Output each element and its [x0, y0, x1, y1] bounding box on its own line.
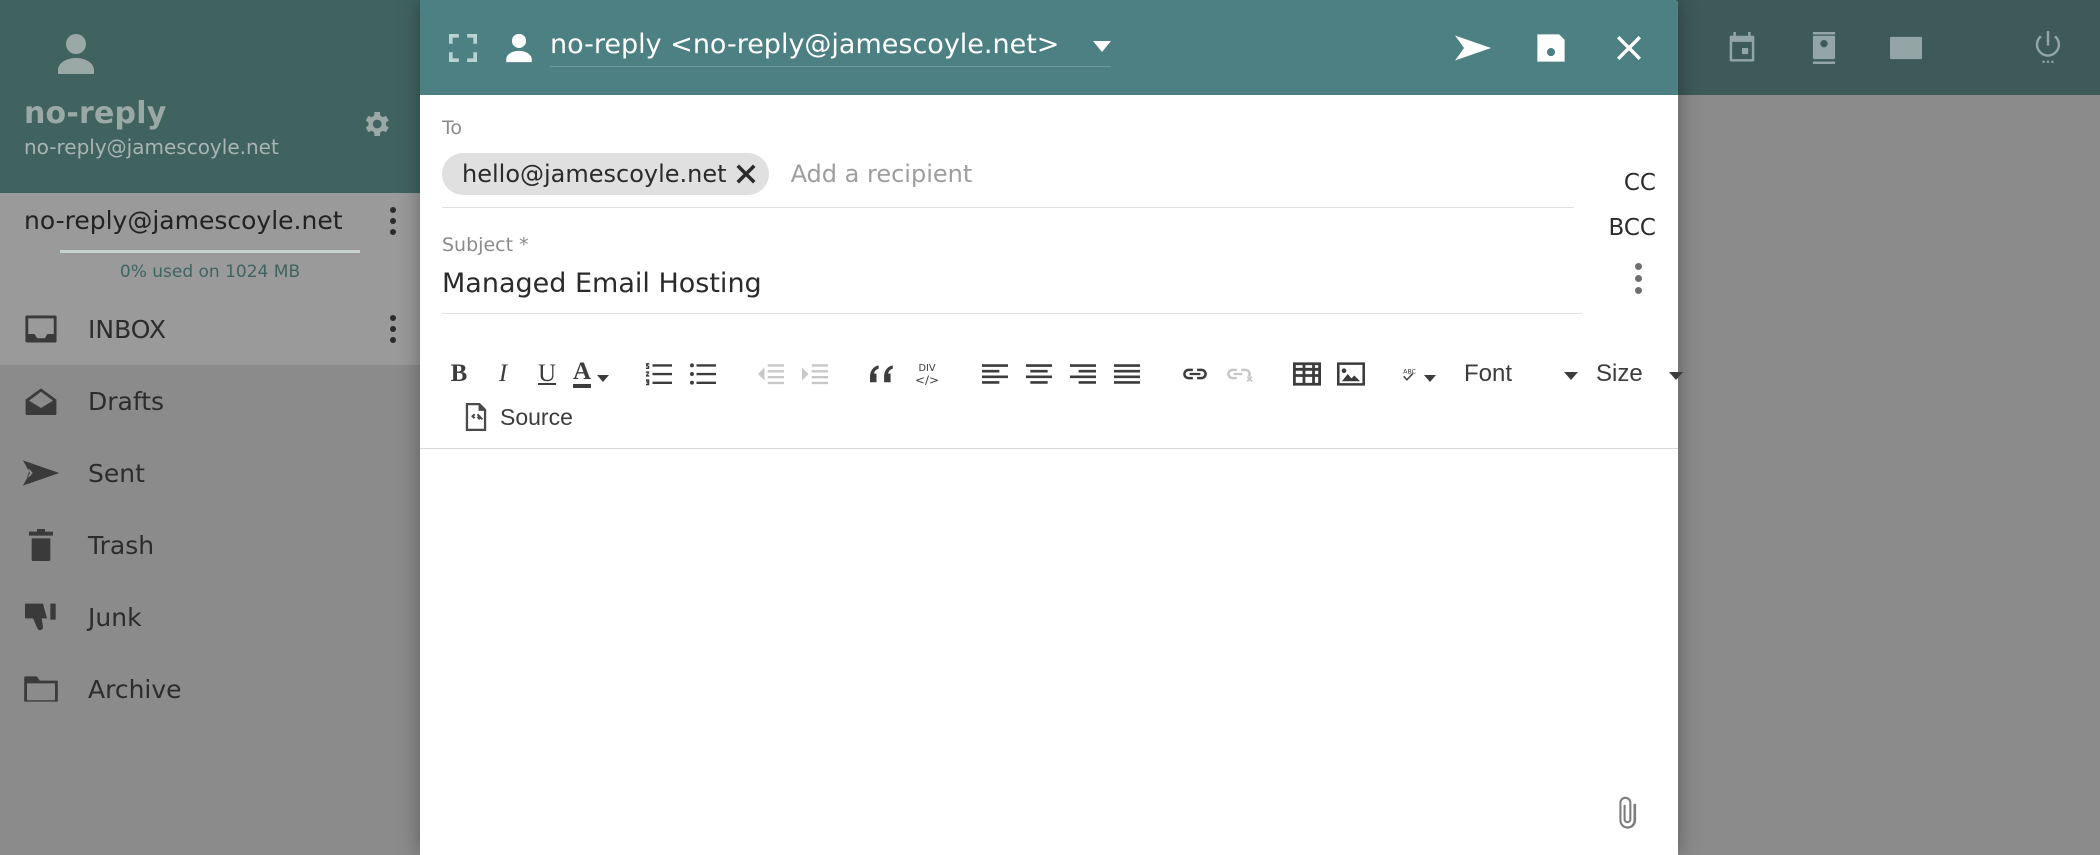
align-center-button[interactable] — [1022, 356, 1056, 392]
power-icon[interactable] — [2026, 26, 2070, 70]
align-right-button[interactable] — [1066, 356, 1100, 392]
thumbs-down-icon — [22, 598, 60, 636]
svg-text:</>: </> — [915, 373, 939, 387]
sidebar-item-inbox[interactable]: INBOX — [0, 293, 420, 365]
sidebar-item-label: Junk — [88, 602, 142, 632]
quota-progress-bar — [60, 250, 360, 253]
chevron-down-icon — [597, 374, 610, 382]
bulleted-list-button[interactable] — [686, 356, 720, 392]
sidebar-item-junk[interactable]: Junk — [0, 581, 420, 653]
folder-icon — [22, 670, 60, 708]
italic-button[interactable]: I — [486, 356, 520, 392]
mailbox-label: no-reply@jamescoyle.net — [24, 206, 343, 235]
compose-side-options: CC BCC — [1578, 95, 1678, 855]
sidebar-account-panel: no-reply no-reply@jamescoyle.net — [0, 0, 420, 193]
align-left-button[interactable] — [978, 356, 1012, 392]
identity-text: no-reply <no-reply@jamescoyle.net> — [550, 28, 1060, 60]
sidebar-item-label: Trash — [88, 530, 155, 560]
kebab-menu-icon[interactable] — [388, 206, 398, 235]
compose-dialog: no-reply <no-reply@jamescoyle.net> To he… — [420, 0, 1683, 855]
quota-area: 0% used on 1024 MB — [0, 248, 420, 293]
chevron-down-icon — [1093, 40, 1112, 52]
font-family-label: Font — [1464, 360, 1513, 387]
source-button-label: Source — [500, 403, 573, 430]
link-button[interactable] — [1178, 356, 1212, 392]
folder-list: INBOX Drafts Sent Trash Junk Archive — [0, 293, 420, 725]
kebab-menu-icon[interactable] — [388, 315, 398, 343]
account-display-name: no-reply — [24, 96, 167, 131]
unlink-button[interactable] — [1222, 356, 1256, 392]
chevron-down-icon — [1564, 372, 1579, 380]
sidebar-item-label: Sent — [88, 458, 145, 488]
bcc-toggle[interactable]: BCC — [1609, 215, 1657, 241]
source-button[interactable]: Source — [442, 403, 573, 431]
recipient-chip-email: hello@jamescoyle.net — [462, 160, 727, 188]
sidebar-item-label: INBOX — [88, 314, 166, 344]
subject-input[interactable]: Managed Email Hosting — [442, 268, 1582, 314]
account-email: no-reply@jamescoyle.net — [24, 135, 279, 159]
numbered-list-button[interactable] — [642, 356, 676, 392]
sidebar-item-sent[interactable]: Sent — [0, 437, 420, 509]
expand-fullscreen-icon[interactable] — [442, 27, 484, 69]
recipient-placeholder[interactable]: Add a recipient — [791, 160, 973, 188]
compose-body: To hello@jamescoyle.net Add a recipient … — [420, 95, 1683, 855]
inbox-icon — [22, 310, 60, 348]
subject-label: Subject * — [442, 234, 529, 256]
sidebar-item-drafts[interactable]: Drafts — [0, 365, 420, 437]
identity-selector[interactable]: no-reply <no-reply@jamescoyle.net> — [550, 28, 1112, 67]
underline-button[interactable]: U — [530, 356, 564, 392]
cc-toggle[interactable]: CC — [1624, 170, 1656, 196]
kebab-menu-icon[interactable] — [1633, 263, 1643, 294]
drafts-envelope-icon — [22, 382, 60, 420]
close-x-icon[interactable] — [733, 161, 759, 187]
subject-field-group: Subject * Managed Email Hosting — [420, 208, 1582, 314]
font-family-select[interactable]: Font — [1464, 360, 1579, 388]
trash-icon — [22, 526, 60, 564]
mailbox-header[interactable]: no-reply@jamescoyle.net — [0, 193, 420, 248]
toolbar-row-primary: B I U A DIV </> ABC Font Size — [420, 352, 1683, 396]
recipient-chip[interactable]: hello@jamescoyle.net — [442, 153, 769, 195]
svg-text:ABC: ABC — [1403, 368, 1416, 375]
sidebar-item-label: Drafts — [88, 386, 165, 416]
toolbar-row-secondary: Source — [420, 396, 1678, 438]
table-button[interactable] — [1290, 356, 1324, 392]
to-label: To — [442, 117, 463, 139]
calendar-icon[interactable] — [1720, 26, 1764, 70]
increase-indent-button[interactable] — [798, 356, 832, 392]
quota-text: 0% used on 1024 MB — [119, 262, 301, 282]
sent-paperplane-icon — [22, 454, 60, 492]
user-avatar-icon — [52, 30, 100, 78]
bold-button[interactable]: B — [442, 356, 476, 392]
justify-button[interactable] — [1110, 356, 1144, 392]
topbar-icon-group — [1720, 0, 2100, 95]
image-button[interactable] — [1334, 356, 1368, 392]
compose-main-column: To hello@jamescoyle.net Add a recipient … — [420, 95, 1683, 855]
send-button[interactable] — [1446, 21, 1500, 75]
paperclip-attachment-icon[interactable] — [1608, 793, 1648, 833]
recipient-input-row[interactable]: hello@jamescoyle.net Add a recipient — [442, 153, 1574, 208]
email-client-app: no-reply no-reply@jamescoyle.net no-repl… — [0, 0, 2100, 855]
save-button[interactable] — [1524, 21, 1578, 75]
create-div-button[interactable]: DIV </> — [910, 356, 944, 392]
gear-icon[interactable] — [360, 108, 392, 140]
source-code-document-icon — [464, 403, 490, 431]
blockquote-button[interactable] — [866, 356, 900, 392]
text-color-button[interactable]: A — [572, 356, 610, 392]
compose-header: no-reply <no-reply@jamescoyle.net> — [420, 0, 1678, 95]
decrease-indent-button[interactable] — [754, 356, 788, 392]
to-field-group: To hello@jamescoyle.net Add a recipient — [420, 95, 1578, 208]
user-avatar-icon — [502, 31, 536, 65]
mail-icon[interactable] — [1884, 26, 1928, 70]
spellcheck-button[interactable]: ABC — [1402, 356, 1436, 392]
chevron-down-icon — [1424, 374, 1436, 382]
sidebar-item-trash[interactable]: Trash — [0, 509, 420, 581]
close-button[interactable] — [1602, 21, 1656, 75]
message-body-editor[interactable] — [420, 449, 1578, 855]
contacts-icon[interactable] — [1802, 26, 1846, 70]
editor-toolbar: B I U A DIV </> ABC Font Size Source — [420, 352, 1683, 449]
sidebar: no-reply no-reply@jamescoyle.net no-repl… — [0, 0, 420, 855]
sidebar-item-archive[interactable]: Archive — [0, 653, 420, 725]
sidebar-item-label: Archive — [88, 674, 182, 704]
